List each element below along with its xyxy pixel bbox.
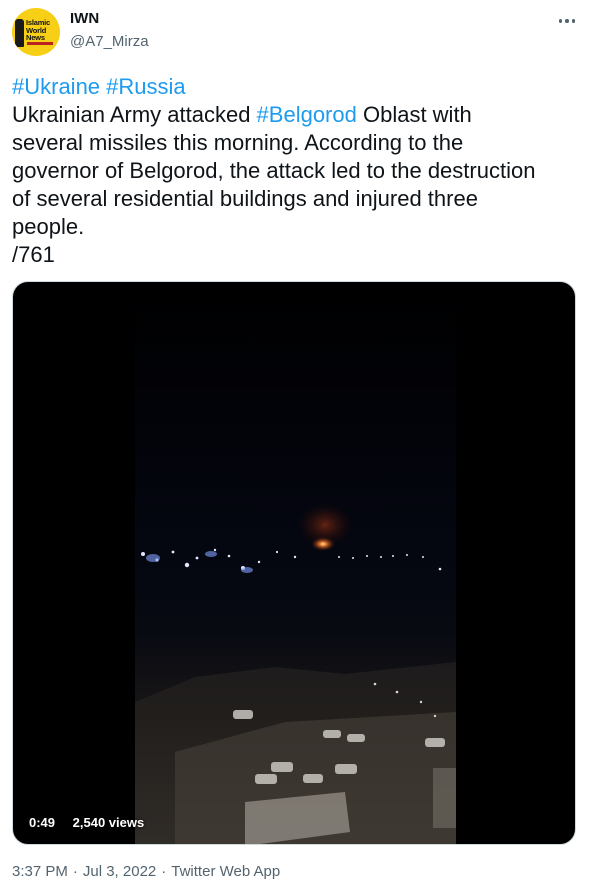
minaret-icon [15, 19, 24, 47]
hashtag-belgorod[interactable]: #Belgorod [257, 102, 357, 127]
hashtag-ukraine[interactable]: #Ukraine [12, 74, 100, 99]
video-duration: 0:49 [29, 815, 56, 830]
tweet-line-2: Ukrainian Army attacked #Belgorod Oblast… [12, 101, 582, 129]
author-handle[interactable]: @A7_Mirza [70, 33, 149, 50]
logo-line-3: News [26, 33, 45, 42]
video-meta: 0:49 2,540 views [29, 815, 158, 830]
avatar[interactable]: Islamic World News [12, 8, 60, 56]
tweet-source-link[interactable]: Twitter Web App [171, 863, 280, 880]
tweet-meta: 3:37 PM · Jul 3, 2022 · Twitter Web App [12, 863, 280, 880]
tweet: Islamic World News IWN @A7_Mirza #Ukrain… [0, 0, 595, 894]
tweet-line-3: several missiles this morning. According… [12, 130, 464, 155]
more-horizontal-icon [558, 19, 563, 23]
tweet-time-link[interactable]: 3:37 PM [12, 863, 68, 880]
video-view-count: 2,540 views [72, 815, 145, 830]
tweet-line-1: #Ukraine #Russia [12, 73, 582, 101]
tweet-line-6: people. [12, 214, 85, 239]
tweet-line-5: of several residential buildings and inj… [12, 186, 478, 211]
video-player[interactable]: 0:49 2,540 views [12, 281, 576, 845]
video-frame [135, 282, 456, 844]
author-display-name[interactable]: IWN [70, 10, 99, 27]
tweet-line-4: governor of Belgorod, the attack led to … [12, 158, 536, 183]
night-scene-image [135, 503, 456, 844]
more-dot [565, 19, 569, 23]
avatar-logo-text: Islamic World News [26, 19, 58, 42]
separator-dot: · [161, 863, 167, 880]
hashtag-russia[interactable]: #Russia [106, 74, 185, 99]
tweet-text: #Ukraine #Russia Ukrainian Army attacked… [12, 73, 582, 269]
more-dot [571, 19, 576, 23]
tweet-text-after-tag: Oblast with [356, 102, 472, 127]
more-options-button[interactable] [551, 8, 583, 34]
tweet-text-before-tag: Ukrainian Army attacked [12, 102, 257, 127]
logo-strip [27, 42, 53, 45]
tweet-line-7: /761 [12, 242, 55, 267]
separator-dot: · [72, 863, 78, 880]
tweet-date-link[interactable]: Jul 3, 2022 [83, 863, 156, 880]
